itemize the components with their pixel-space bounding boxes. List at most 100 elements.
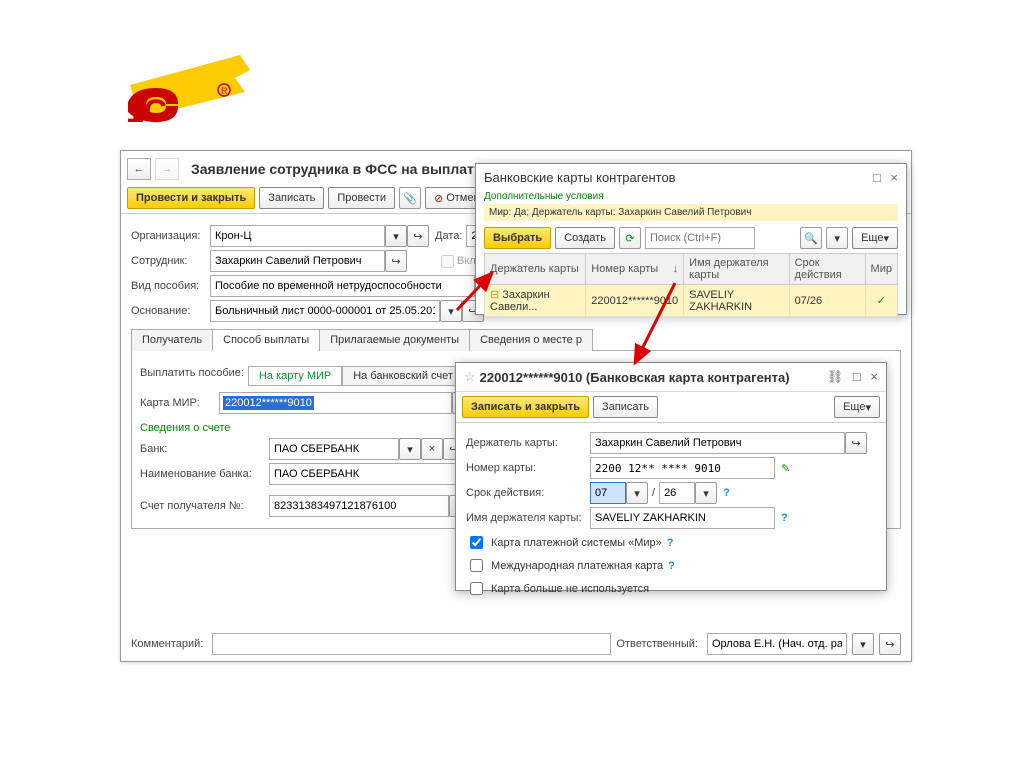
international-checkbox[interactable] [470,559,483,572]
bank-field[interactable] [269,438,399,460]
responsible-dropdown-button[interactable]: ▾ [852,633,874,655]
cards-list-dialog: Банковские карты контрагентов □ × Дополн… [475,163,907,315]
svg-text:1C: 1C [126,93,167,129]
link-icon[interactable]: ⛓ [827,369,844,384]
col-mir[interactable]: Мир [865,254,897,285]
maximize-icon[interactable]: □ [873,170,881,185]
choose-button[interactable]: Выбрать [484,227,551,249]
holder-field[interactable] [590,432,845,454]
international-label: Международная платежная карта [491,560,663,572]
extra-conditions-value: Мир: Да; Держатель карты: Захаркин Савел… [484,204,898,221]
help-icon[interactable]: ? [667,537,674,549]
account-number-field[interactable] [269,495,449,517]
close-icon[interactable]: × [890,170,898,185]
expiry-separator: / [652,487,655,499]
clip-icon[interactable]: 📎 [399,187,421,209]
mir-card-label: Карта МИР: [140,397,219,409]
org-open-button[interactable]: ↪ [407,225,429,247]
owner-name-label: Имя держателя карты: [466,512,590,524]
search-input[interactable] [645,227,755,249]
more-button-2[interactable]: Еще ▾ [834,396,880,418]
comment-field[interactable] [212,633,611,655]
card-detail-title: 220012******9010 (Банковская карта контр… [480,370,821,385]
org-dropdown-button[interactable]: ▾ [385,225,407,247]
tab-payment-method[interactable]: Способ выплаты [212,329,320,351]
close-icon[interactable]: × [870,369,878,384]
basis-dropdown-button[interactable]: ▾ [440,300,462,322]
basis-label: Основание: [131,305,210,317]
org-field[interactable] [210,225,385,247]
not-used-label: Карта больше не используется [491,583,649,595]
responsible-open-button[interactable]: ↪ [879,633,901,655]
pay-tab-bank[interactable]: На банковский счет [342,366,464,386]
expiry-label: Срок действия: [466,487,590,499]
save-close-button[interactable]: Записать и закрыть [462,396,589,418]
employee-label: Сотрудник: [131,255,210,267]
holder-label: Держатель карты: [466,437,590,449]
bank-name-field[interactable] [269,463,479,485]
post-and-close-button[interactable]: Провести и закрыть [127,187,255,209]
post-button[interactable]: Провести [328,187,395,209]
responsible-field[interactable] [707,633,847,655]
refresh-icon[interactable]: ⟳ [619,227,641,249]
help-icon[interactable]: ? [781,512,788,524]
benefit-type-field[interactable] [210,275,475,297]
card-number-label: Номер карты: [466,462,590,474]
bank-name-label: Наименование банка: [140,468,269,480]
employee-open-button[interactable]: ↪ [385,250,407,272]
expiry-year-field[interactable] [659,482,695,504]
account-number-label: Счет получателя №: [140,500,269,512]
search-icon[interactable]: 🔍 [800,227,822,249]
comment-label: Комментарий: [131,638,207,650]
save-button[interactable]: Записать [259,187,324,209]
dropdown-icon[interactable]: ▾ [826,227,848,249]
nav-forward-button[interactable]: → [155,158,179,180]
card-number-field[interactable] [590,457,775,479]
pay-tab-mir[interactable]: На карту МИР [248,366,342,386]
col-owner-name[interactable]: Имя держателя карты [684,254,789,285]
expiry-month-dropdown[interactable]: ▾ [626,482,648,504]
help-icon[interactable]: ? [668,560,675,572]
save-button-2[interactable]: Записать [593,396,658,418]
mir-system-label: Карта платежной системы «Мир» [491,537,662,549]
cards-table: Держатель карты Номер карты ↓ Имя держат… [484,253,898,317]
help-icon[interactable]: ? [723,487,730,499]
more-button[interactable]: Еще ▾ [852,227,898,249]
included-checkbox [441,255,454,268]
expiry-year-dropdown[interactable]: ▾ [695,482,717,504]
extra-conditions-label: Дополнительные условия [484,191,898,202]
col-expiry[interactable]: Срок действия [789,254,865,285]
bank-dropdown-button[interactable]: ▾ [399,438,421,460]
tab-recipient[interactable]: Получатель [131,329,213,351]
owner-name-field[interactable] [590,507,775,529]
logo-1c: 1C R [120,30,260,130]
org-label: Организация: [131,230,210,242]
star-icon[interactable]: ☆ [464,369,476,385]
edit-icon[interactable]: ✎ [781,462,790,475]
col-number[interactable]: Номер карты ↓ [586,254,684,285]
basis-field[interactable] [210,300,440,322]
holder-open-button[interactable]: ↪ [845,432,867,454]
col-holder[interactable]: Держатель карты [485,254,586,285]
not-used-checkbox[interactable] [470,582,483,595]
bank-label: Банк: [140,443,269,455]
bank-clear-button[interactable]: × [421,438,443,460]
svg-text:R: R [221,86,228,96]
benefit-type-label: Вид пособия: [131,280,210,292]
tab-documents[interactable]: Прилагаемые документы [319,329,470,351]
responsible-label: Ответственный: [616,638,702,650]
card-detail-dialog: ☆ 220012******9010 (Банковская карта кон… [455,362,887,591]
mir-system-checkbox[interactable] [470,536,483,549]
tab-place-info[interactable]: Сведения о месте р [469,329,593,351]
mir-card-value[interactable]: 220012******9010 [223,396,314,410]
expiry-month-field[interactable] [590,482,626,504]
date-label: Дата: [435,230,466,242]
employee-field[interactable] [210,250,385,272]
pay-benefit-label: Выплатить пособие: [140,367,248,379]
main-tabs: Получатель Способ выплаты Прилагаемые до… [131,328,901,351]
cards-list-title: Банковские карты контрагентов [484,170,867,185]
nav-back-button[interactable]: ← [127,158,151,180]
table-row[interactable]: ⊟ Захаркин Савели... 220012******9010 SA… [485,285,898,317]
maximize-icon[interactable]: □ [853,369,861,384]
create-button[interactable]: Создать [555,227,615,249]
